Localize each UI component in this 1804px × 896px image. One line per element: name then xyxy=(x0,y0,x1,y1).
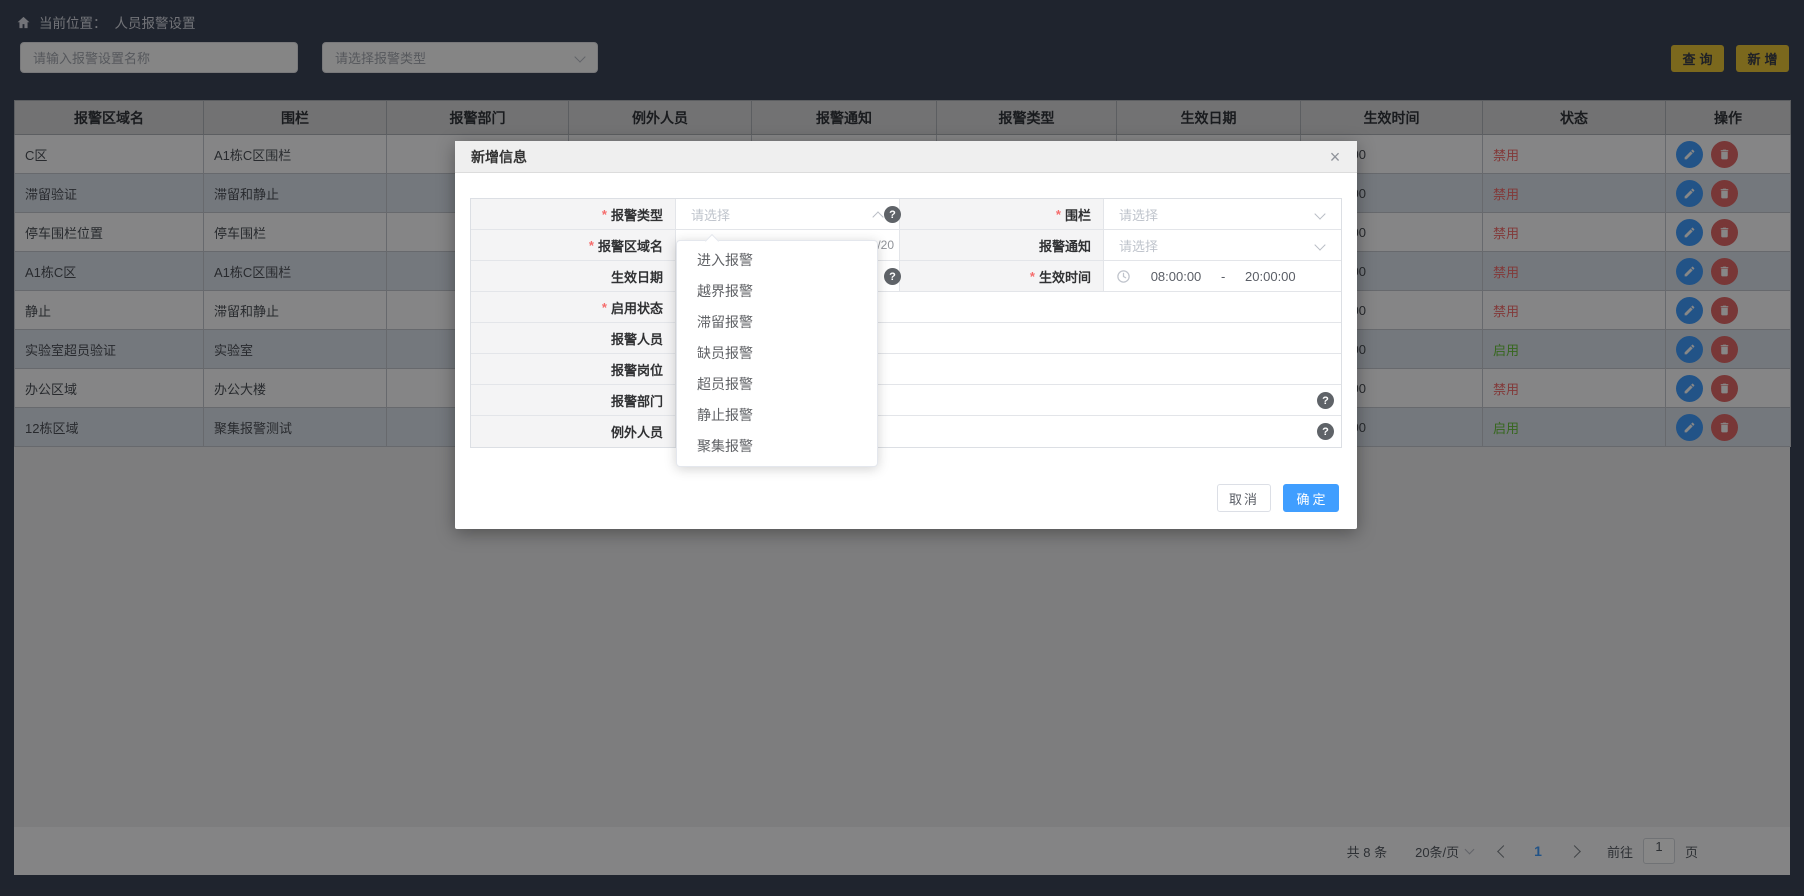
required-asterisk: * xyxy=(1030,269,1035,284)
form-row-name-notify: * 报警区域名 0/20 报警通知 请选择 xyxy=(471,230,1341,261)
chevron-down-icon xyxy=(1314,239,1325,250)
alarm-dept-help-icon[interactable]: ? xyxy=(1317,392,1334,409)
required-asterisk: * xyxy=(602,300,607,315)
alarm-people-label: 报警人员 xyxy=(471,323,676,353)
fence-select[interactable]: 请选择 xyxy=(1104,199,1341,229)
effective-date-help-icon[interactable]: ? xyxy=(884,268,901,285)
effective-date-label: 生效日期 xyxy=(471,261,676,291)
alarm-type-label: * 报警类型 xyxy=(471,199,676,229)
cancel-button[interactable]: 取消 xyxy=(1217,484,1271,512)
alarm-type-help-icon[interactable]: ? xyxy=(884,206,901,223)
confirm-button[interactable]: 确定 xyxy=(1283,484,1339,512)
modal-form: * 报警类型 请选择 ? * 围栏 请选择 * 报警区域名 xyxy=(470,198,1342,448)
form-row-alarm-people: 报警人员 xyxy=(471,323,1341,354)
effective-time-label: * 生效时间 xyxy=(900,261,1104,291)
notify-select[interactable]: 请选择 xyxy=(1104,230,1341,260)
enable-status-label: * 启用状态 xyxy=(471,292,676,322)
modal-header: 新增信息 xyxy=(455,141,1357,173)
time-end-value[interactable]: 20:00:00 xyxy=(1231,269,1309,284)
form-row-alarm-dept: 报警部门 ? xyxy=(471,385,1341,416)
dropdown-option-cross[interactable]: 越界报警 xyxy=(677,276,877,307)
dropdown-option-still[interactable]: 静止报警 xyxy=(677,400,877,431)
modal-title: 新增信息 xyxy=(471,147,527,167)
exception-people-help-icon[interactable]: ? xyxy=(1317,423,1334,440)
add-info-modal: 新增信息 × * 报警类型 请选择 ? * 围栏 请选择 * xyxy=(455,141,1357,529)
form-row-date-time: 生效日期 ? * 生效时间 08:00:00 - 20:00:00 xyxy=(471,261,1341,292)
required-asterisk: * xyxy=(602,207,607,222)
exception-people-label: 例外人员 xyxy=(471,416,676,447)
alarm-post-label: 报警岗位 xyxy=(471,354,676,384)
alarm-type-select[interactable]: 请选择 ? xyxy=(676,199,900,229)
notify-label: 报警通知 xyxy=(900,230,1104,260)
dropdown-option-gather[interactable]: 聚集报警 xyxy=(677,431,877,462)
form-row-alarm-post: 报警岗位 xyxy=(471,354,1341,385)
dropdown-option-enter[interactable]: 进入报警 xyxy=(677,245,877,276)
form-row-exception-people: 例外人员 ? xyxy=(471,416,1341,447)
dropdown-option-overstaffed[interactable]: 超员报警 xyxy=(677,369,877,400)
modal-footer: 取消 确定 xyxy=(1217,484,1339,512)
clock-icon xyxy=(1116,269,1131,284)
dropdown-option-linger[interactable]: 滞留报警 xyxy=(677,307,877,338)
time-separator: - xyxy=(1221,269,1225,284)
time-start-value[interactable]: 08:00:00 xyxy=(1137,269,1215,284)
alarm-type-dropdown: 进入报警 越界报警 滞留报警 缺员报警 超员报警 静止报警 聚集报警 xyxy=(676,240,878,467)
close-icon[interactable]: × xyxy=(1323,145,1347,169)
form-row-enable-status: * 启用状态 xyxy=(471,292,1341,323)
area-name-label: * 报警区域名 xyxy=(471,230,676,260)
chevron-up-icon xyxy=(872,211,883,222)
form-row-type-fence: * 报警类型 请选择 ? * 围栏 请选择 xyxy=(471,199,1341,230)
required-asterisk: * xyxy=(1056,207,1061,222)
chevron-down-icon xyxy=(1314,208,1325,219)
dropdown-option-understaffed[interactable]: 缺员报警 xyxy=(677,338,877,369)
fence-label: * 围栏 xyxy=(900,199,1104,229)
alarm-dept-label: 报警部门 xyxy=(471,385,676,415)
effective-time-range-picker[interactable]: 08:00:00 - 20:00:00 xyxy=(1104,261,1341,291)
required-asterisk: * xyxy=(589,238,594,253)
